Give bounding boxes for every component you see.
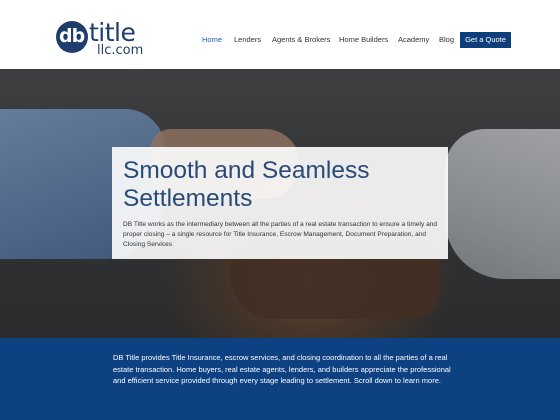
get-a-quote-button[interactable]: Get a Quote — [460, 32, 511, 48]
hero-description: DB Title works as the intermediary betwe… — [123, 221, 438, 248]
hero-section: Smooth and Seamless Settlements DB Title… — [0, 69, 560, 338]
site-header: db title llc.com Home Lenders Agents & B… — [0, 0, 560, 69]
intro-text: DB Title provides Title Insurance, escro… — [113, 353, 451, 385]
nav-item-blog[interactable]: Blog — [439, 33, 454, 47]
intro-band: DB Title provides Title Insurance, escro… — [0, 338, 560, 420]
nav-item-academy[interactable]: Academy — [398, 33, 429, 47]
nav-item-lenders[interactable]: Lenders — [234, 33, 261, 47]
nav-item-home[interactable]: Home — [202, 33, 222, 47]
nav-item-home-builders[interactable]: Home Builders — [339, 33, 388, 47]
hero-title: Smooth and Seamless Settlements — [123, 157, 370, 212]
hero-card: Smooth and Seamless Settlements DB Title… — [112, 147, 448, 259]
nav-item-agents-brokers[interactable]: Agents & Brokers — [272, 33, 330, 47]
